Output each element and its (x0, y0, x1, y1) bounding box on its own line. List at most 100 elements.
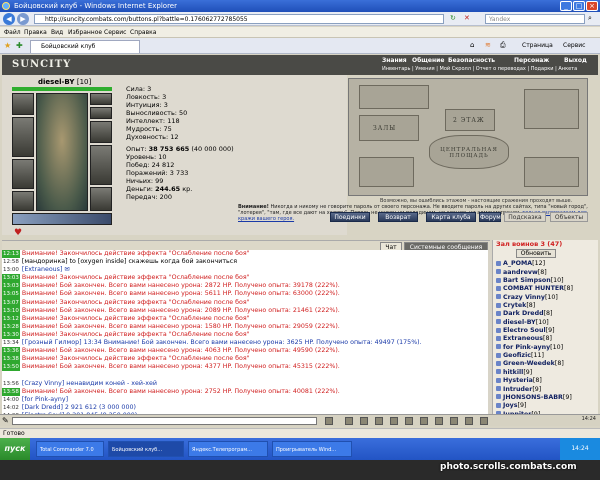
roster-item[interactable]: Extraneous[8] (496, 335, 598, 343)
search-input[interactable]: Yandex (485, 14, 585, 24)
hint-button[interactable]: Подсказка (504, 212, 546, 222)
add-favorite-icon[interactable]: ✚ (16, 41, 23, 50)
ring-slot[interactable] (90, 121, 112, 143)
map-zone-southeast[interactable] (524, 157, 579, 187)
roster-name[interactable]: Extraneous (503, 335, 543, 342)
chat-input[interactable] (12, 417, 317, 425)
chat-timestamp[interactable]: 13:36 (2, 347, 20, 356)
roster-name[interactable]: hitkill (503, 369, 523, 376)
roster-name[interactable]: COMBAT HUNTER (503, 285, 564, 292)
private-message-icon[interactable] (496, 377, 501, 383)
private-message-icon[interactable] (496, 269, 501, 275)
private-message-icon[interactable] (496, 402, 501, 408)
roster-name[interactable]: A_POMA (503, 260, 532, 267)
sub-navigation[interactable]: Инвентарь | Умения | Мой Скролл | Отчет … (382, 66, 577, 72)
roster-name[interactable]: Bart Simpson (503, 277, 551, 284)
menu-view[interactable]: Вид (51, 29, 63, 36)
spell-slots[interactable] (12, 213, 112, 225)
home-icon[interactable]: ⌂ (470, 41, 474, 49)
roster-item[interactable]: Joys[9] (496, 402, 598, 410)
chat-timestamp[interactable]: 13:30 (2, 330, 20, 340)
chat-timestamp[interactable]: 13:00 (2, 266, 20, 274)
task-yandex-tv[interactable]: Яндекс.Телепрограм... (188, 441, 268, 457)
weapon-slot[interactable] (12, 117, 34, 157)
start-button[interactable]: пуск (0, 438, 30, 460)
armor-slot[interactable] (12, 159, 34, 189)
nav-security[interactable]: Безопасность (448, 57, 495, 64)
roster-name[interactable]: Joys (503, 402, 518, 409)
chat-timestamp[interactable]: 12:58 (2, 258, 20, 266)
chat-log[interactable]: 12:13 Внимание! Закончилось действие эфф… (2, 250, 488, 414)
chat-timestamp[interactable]: 13:34 (2, 339, 20, 347)
roster-name[interactable]: Dark Dredd (503, 310, 544, 317)
filter-icon[interactable] (390, 417, 398, 425)
roster-item[interactable]: JHONSONS-BABR[9] (496, 394, 598, 402)
roster-name[interactable]: Green-Weedek (503, 360, 555, 367)
roster-item[interactable]: aandrevw[8] (496, 269, 598, 277)
earring-slot[interactable] (90, 93, 112, 105)
chat-timestamp[interactable]: 13:28 (2, 322, 20, 331)
menu-file[interactable]: Файл (4, 29, 21, 36)
page-menu[interactable]: Страница (522, 42, 553, 49)
roster-name[interactable]: Electro Soul (503, 327, 546, 334)
maximize-icon[interactable]: □ (573, 1, 585, 11)
roster-item[interactable]: COMBAT HUNTER[8] (496, 285, 598, 293)
address-input[interactable]: http://suncity.combats.com/buttons.pl?ba… (34, 14, 444, 24)
roster-name[interactable]: aandrevw (503, 269, 538, 276)
roster-item[interactable]: Crazy Vinny[10] (496, 294, 598, 302)
chat-timestamp[interactable]: 14:02 (2, 404, 20, 412)
search-icon[interactable]: ⌕ (588, 14, 592, 23)
exit-icon[interactable] (480, 417, 488, 425)
refresh-icon[interactable]: ↻ (450, 14, 456, 22)
private-message-icon[interactable] (496, 327, 501, 333)
battles-button[interactable]: Поединки (330, 212, 370, 222)
roster-item[interactable]: Dark Dredd[8] (496, 310, 598, 318)
chat-timestamp[interactable]: 13:50 (2, 363, 20, 372)
shield-slot[interactable] (90, 145, 112, 185)
helmet-slot[interactable] (12, 93, 34, 115)
private-message-icon[interactable] (496, 277, 501, 283)
menu-favorites[interactable]: Избранное (68, 29, 102, 36)
chat-timestamp[interactable]: 13:03 (2, 282, 20, 291)
return-button[interactable]: Возврат (378, 212, 418, 222)
nav-communication[interactable]: Общение (412, 57, 444, 64)
contacts-icon[interactable] (420, 417, 428, 425)
chat-timestamp[interactable]: 13:05 (2, 290, 20, 299)
roster-name[interactable]: JHONSONS-BABR (503, 394, 563, 401)
task-media-player[interactable]: Проигрыватель Wind... (272, 441, 352, 457)
mail-icon[interactable] (435, 417, 443, 425)
rss-icon[interactable]: ≋ (485, 41, 491, 49)
print-icon[interactable]: ⎙ (500, 41, 506, 50)
private-message-icon[interactable] (496, 386, 501, 391)
map-zone-southwest[interactable] (359, 157, 414, 187)
roster-name[interactable]: Crytek (503, 302, 526, 309)
nav-character[interactable]: Персонаж (514, 57, 549, 64)
roster-item[interactable]: hitkill[9] (496, 369, 598, 377)
roster-item[interactable]: A_POMA[12] (496, 260, 598, 268)
history-icon[interactable] (465, 417, 473, 425)
map-zone-northeast[interactable] (524, 89, 579, 129)
club-map-button[interactable]: Карта клуба (426, 212, 476, 222)
send-icon[interactable] (325, 417, 333, 425)
forward-icon[interactable]: ▶ (17, 13, 29, 25)
menu-edit[interactable]: Правка (24, 29, 47, 36)
roster-name[interactable]: Hysteria (503, 377, 533, 384)
private-message-icon[interactable] (496, 285, 501, 291)
speaker-icon[interactable] (450, 417, 458, 425)
refresh-button[interactable]: Обновить (516, 249, 556, 259)
chat-timestamp[interactable]: 13:38 (2, 355, 20, 364)
forum-button[interactable]: Форум (479, 212, 501, 222)
private-message-icon[interactable] (496, 260, 501, 266)
nav-exit[interactable]: Выход (564, 57, 587, 64)
roster-item[interactable]: Hysteria[8] (496, 377, 598, 385)
minimize-icon[interactable]: _ (560, 1, 572, 11)
roster-item[interactable]: Intruder[9] (496, 386, 598, 394)
settings-icon[interactable] (405, 417, 413, 425)
character-name[interactable]: diesel-BY [10] (38, 78, 91, 86)
favorites-star-icon[interactable]: ★ (4, 41, 11, 50)
private-message-icon[interactable] (496, 360, 501, 366)
translit-icon[interactable] (375, 417, 383, 425)
task-fight-club[interactable]: Бойцовский клуб... (108, 441, 184, 457)
clear-icon[interactable] (345, 417, 353, 425)
chat-timestamp[interactable]: 13:07 (2, 298, 20, 307)
